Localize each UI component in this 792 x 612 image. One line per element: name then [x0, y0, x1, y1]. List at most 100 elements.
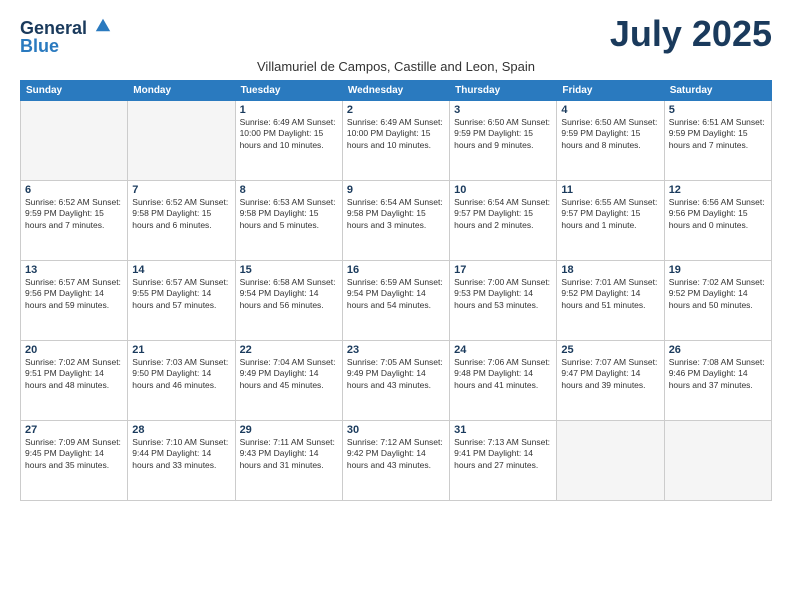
- day-number: 5: [669, 104, 767, 116]
- calendar-table: Sunday Monday Tuesday Wednesday Thursday…: [20, 80, 772, 501]
- day-info: Sunrise: 6:49 AM Sunset: 10:00 PM Daylig…: [347, 117, 445, 151]
- day-info: Sunrise: 7:12 AM Sunset: 9:42 PM Dayligh…: [347, 437, 445, 471]
- day-info: Sunrise: 6:58 AM Sunset: 9:54 PM Dayligh…: [240, 277, 338, 311]
- calendar-day: 25Sunrise: 7:07 AM Sunset: 9:47 PM Dayli…: [557, 341, 664, 421]
- day-info: Sunrise: 7:02 AM Sunset: 9:51 PM Dayligh…: [25, 357, 123, 391]
- day-number: 6: [25, 184, 123, 196]
- header-thursday: Thursday: [450, 81, 557, 101]
- day-number: 29: [240, 424, 338, 436]
- calendar-day: 27Sunrise: 7:09 AM Sunset: 9:45 PM Dayli…: [21, 421, 128, 501]
- day-number: 31: [454, 424, 552, 436]
- day-info: Sunrise: 6:54 AM Sunset: 9:58 PM Dayligh…: [347, 197, 445, 231]
- day-number: 7: [132, 184, 230, 196]
- calendar-week-row: 13Sunrise: 6:57 AM Sunset: 9:56 PM Dayli…: [21, 261, 772, 341]
- calendar-day: 19Sunrise: 7:02 AM Sunset: 9:52 PM Dayli…: [664, 261, 771, 341]
- logo: General Blue: [20, 16, 112, 55]
- day-info: Sunrise: 6:52 AM Sunset: 9:58 PM Dayligh…: [132, 197, 230, 231]
- calendar-week-row: 27Sunrise: 7:09 AM Sunset: 9:45 PM Dayli…: [21, 421, 772, 501]
- calendar-day: 9Sunrise: 6:54 AM Sunset: 9:58 PM Daylig…: [342, 181, 449, 261]
- day-number: 30: [347, 424, 445, 436]
- calendar-day: 10Sunrise: 6:54 AM Sunset: 9:57 PM Dayli…: [450, 181, 557, 261]
- calendar-day: 21Sunrise: 7:03 AM Sunset: 9:50 PM Dayli…: [128, 341, 235, 421]
- header-wednesday: Wednesday: [342, 81, 449, 101]
- day-info: Sunrise: 7:13 AM Sunset: 9:41 PM Dayligh…: [454, 437, 552, 471]
- day-info: Sunrise: 7:05 AM Sunset: 9:49 PM Dayligh…: [347, 357, 445, 391]
- calendar-day: 1Sunrise: 6:49 AM Sunset: 10:00 PM Dayli…: [235, 101, 342, 181]
- day-number: 16: [347, 264, 445, 276]
- calendar-day: 6Sunrise: 6:52 AM Sunset: 9:59 PM Daylig…: [21, 181, 128, 261]
- day-number: 25: [561, 344, 659, 356]
- day-info: Sunrise: 7:10 AM Sunset: 9:44 PM Dayligh…: [132, 437, 230, 471]
- day-info: Sunrise: 6:57 AM Sunset: 9:55 PM Dayligh…: [132, 277, 230, 311]
- calendar-day: [128, 101, 235, 181]
- calendar-day: 26Sunrise: 7:08 AM Sunset: 9:46 PM Dayli…: [664, 341, 771, 421]
- calendar-day: 8Sunrise: 6:53 AM Sunset: 9:58 PM Daylig…: [235, 181, 342, 261]
- location-title: Villamuriel de Campos, Castille and Leon…: [20, 59, 772, 74]
- calendar-week-row: 6Sunrise: 6:52 AM Sunset: 9:59 PM Daylig…: [21, 181, 772, 261]
- calendar-day: [664, 421, 771, 501]
- header-saturday: Saturday: [664, 81, 771, 101]
- header-sunday: Sunday: [21, 81, 128, 101]
- month-title: July 2025: [610, 16, 772, 52]
- day-info: Sunrise: 6:54 AM Sunset: 9:57 PM Dayligh…: [454, 197, 552, 231]
- day-number: 2: [347, 104, 445, 116]
- day-info: Sunrise: 6:53 AM Sunset: 9:58 PM Dayligh…: [240, 197, 338, 231]
- logo-blue: Blue: [20, 37, 59, 55]
- day-number: 26: [669, 344, 767, 356]
- calendar-day: 28Sunrise: 7:10 AM Sunset: 9:44 PM Dayli…: [128, 421, 235, 501]
- header-friday: Friday: [557, 81, 664, 101]
- day-info: Sunrise: 6:56 AM Sunset: 9:56 PM Dayligh…: [669, 197, 767, 231]
- day-number: 17: [454, 264, 552, 276]
- day-number: 18: [561, 264, 659, 276]
- calendar-day: 24Sunrise: 7:06 AM Sunset: 9:48 PM Dayli…: [450, 341, 557, 421]
- calendar-day: 2Sunrise: 6:49 AM Sunset: 10:00 PM Dayli…: [342, 101, 449, 181]
- day-number: 8: [240, 184, 338, 196]
- day-info: Sunrise: 7:03 AM Sunset: 9:50 PM Dayligh…: [132, 357, 230, 391]
- calendar-day: 15Sunrise: 6:58 AM Sunset: 9:54 PM Dayli…: [235, 261, 342, 341]
- calendar-day: 14Sunrise: 6:57 AM Sunset: 9:55 PM Dayli…: [128, 261, 235, 341]
- day-info: Sunrise: 7:01 AM Sunset: 9:52 PM Dayligh…: [561, 277, 659, 311]
- calendar-day: 18Sunrise: 7:01 AM Sunset: 9:52 PM Dayli…: [557, 261, 664, 341]
- day-number: 12: [669, 184, 767, 196]
- calendar-day: 20Sunrise: 7:02 AM Sunset: 9:51 PM Dayli…: [21, 341, 128, 421]
- calendar-day: 11Sunrise: 6:55 AM Sunset: 9:57 PM Dayli…: [557, 181, 664, 261]
- day-number: 14: [132, 264, 230, 276]
- logo-general: General: [20, 16, 112, 37]
- day-info: Sunrise: 6:52 AM Sunset: 9:59 PM Dayligh…: [25, 197, 123, 231]
- calendar-day: 16Sunrise: 6:59 AM Sunset: 9:54 PM Dayli…: [342, 261, 449, 341]
- calendar-day: 23Sunrise: 7:05 AM Sunset: 9:49 PM Dayli…: [342, 341, 449, 421]
- day-info: Sunrise: 6:55 AM Sunset: 9:57 PM Dayligh…: [561, 197, 659, 231]
- day-number: 22: [240, 344, 338, 356]
- calendar-day: 3Sunrise: 6:50 AM Sunset: 9:59 PM Daylig…: [450, 101, 557, 181]
- calendar-day: 12Sunrise: 6:56 AM Sunset: 9:56 PM Dayli…: [664, 181, 771, 261]
- day-info: Sunrise: 6:57 AM Sunset: 9:56 PM Dayligh…: [25, 277, 123, 311]
- weekday-header-row: Sunday Monday Tuesday Wednesday Thursday…: [21, 81, 772, 101]
- day-info: Sunrise: 7:08 AM Sunset: 9:46 PM Dayligh…: [669, 357, 767, 391]
- calendar-day: 31Sunrise: 7:13 AM Sunset: 9:41 PM Dayli…: [450, 421, 557, 501]
- day-number: 19: [669, 264, 767, 276]
- day-info: Sunrise: 7:04 AM Sunset: 9:49 PM Dayligh…: [240, 357, 338, 391]
- header: General Blue July 2025: [20, 16, 772, 55]
- day-number: 20: [25, 344, 123, 356]
- calendar-week-row: 20Sunrise: 7:02 AM Sunset: 9:51 PM Dayli…: [21, 341, 772, 421]
- calendar-day: 4Sunrise: 6:50 AM Sunset: 9:59 PM Daylig…: [557, 101, 664, 181]
- day-info: Sunrise: 6:50 AM Sunset: 9:59 PM Dayligh…: [454, 117, 552, 151]
- day-number: 4: [561, 104, 659, 116]
- calendar-day: 13Sunrise: 6:57 AM Sunset: 9:56 PM Dayli…: [21, 261, 128, 341]
- day-info: Sunrise: 7:00 AM Sunset: 9:53 PM Dayligh…: [454, 277, 552, 311]
- day-info: Sunrise: 6:51 AM Sunset: 9:59 PM Dayligh…: [669, 117, 767, 151]
- calendar-page: General Blue July 2025 Villamuriel de Ca…: [0, 0, 792, 612]
- day-number: 10: [454, 184, 552, 196]
- calendar-day: 7Sunrise: 6:52 AM Sunset: 9:58 PM Daylig…: [128, 181, 235, 261]
- day-number: 28: [132, 424, 230, 436]
- calendar-day: 30Sunrise: 7:12 AM Sunset: 9:42 PM Dayli…: [342, 421, 449, 501]
- day-number: 15: [240, 264, 338, 276]
- day-info: Sunrise: 7:09 AM Sunset: 9:45 PM Dayligh…: [25, 437, 123, 471]
- day-info: Sunrise: 7:02 AM Sunset: 9:52 PM Dayligh…: [669, 277, 767, 311]
- day-number: 1: [240, 104, 338, 116]
- calendar-day: 29Sunrise: 7:11 AM Sunset: 9:43 PM Dayli…: [235, 421, 342, 501]
- day-info: Sunrise: 6:59 AM Sunset: 9:54 PM Dayligh…: [347, 277, 445, 311]
- calendar-day: [21, 101, 128, 181]
- calendar-day: 22Sunrise: 7:04 AM Sunset: 9:49 PM Dayli…: [235, 341, 342, 421]
- day-number: 24: [454, 344, 552, 356]
